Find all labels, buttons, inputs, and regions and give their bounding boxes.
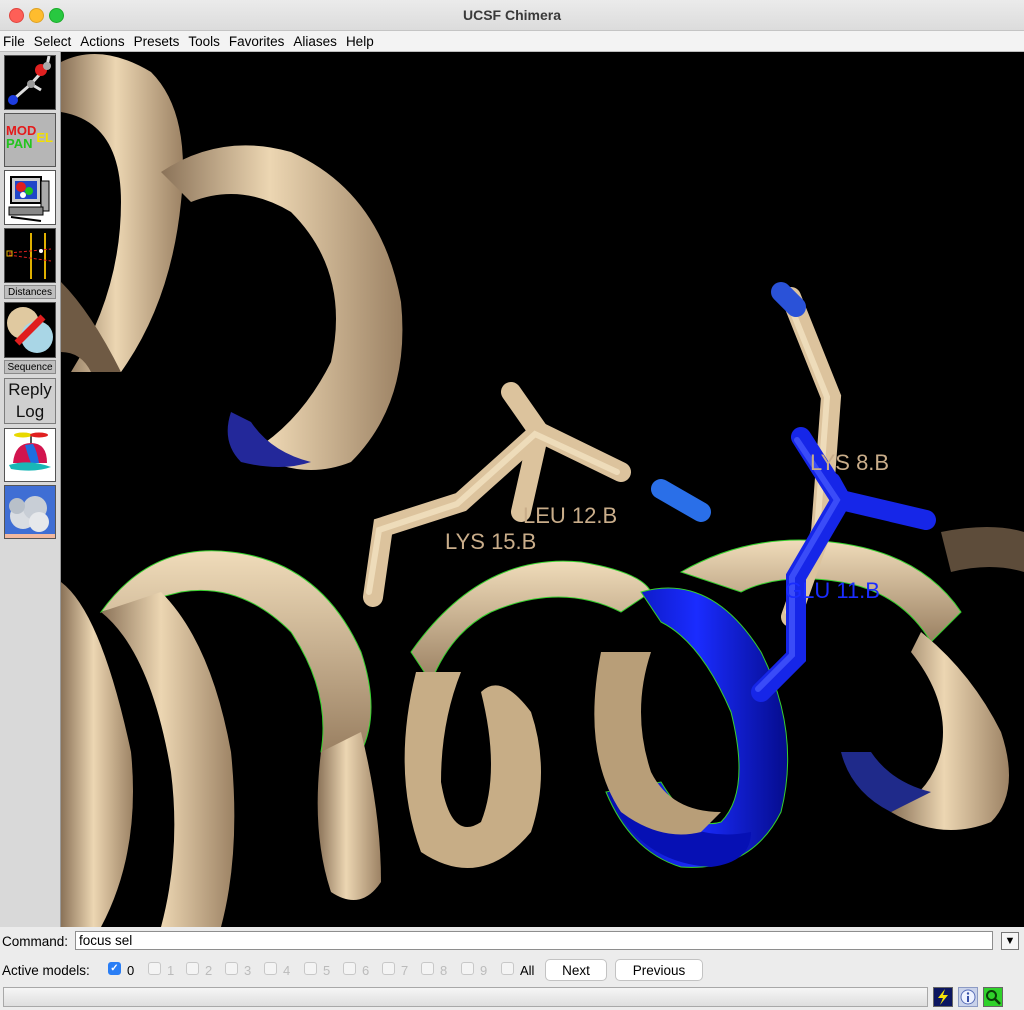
model-2-checkbox[interactable] [186, 962, 199, 975]
chimera-window: UCSF Chimera File Select Actions Presets… [0, 0, 1024, 1010]
model-9-checkbox[interactable] [461, 962, 474, 975]
active-models-label: Active models: [2, 963, 90, 978]
all-models-checkbox[interactable] [501, 962, 514, 975]
residue-label-lys15: LYS 15.B [445, 529, 537, 554]
active-models-row: Active models: ✓ 0 1 2 3 4 5 6 7 8 9 All… [0, 957, 1024, 983]
command-label: Command: [2, 934, 69, 949]
model-3-label: 3 [244, 963, 252, 978]
model-6-checkbox[interactable] [343, 962, 356, 975]
model-8-label: 8 [440, 963, 448, 978]
model-1-label: 1 [167, 963, 175, 978]
model-5-label: 5 [323, 963, 331, 978]
menu-presets[interactable]: Presets [131, 31, 186, 51]
molecule-scene [61, 54, 1024, 927]
previous-button[interactable]: Previous [615, 959, 703, 981]
model-7-label: 7 [401, 963, 409, 978]
menu-tools[interactable]: Tools [185, 31, 226, 51]
sequence-label: Sequence [4, 360, 56, 374]
residue-label-lys8: LYS 8.B [810, 450, 890, 475]
model-0-label: 0 [127, 963, 135, 978]
residue-label-glu11: GLU 11.B [785, 578, 880, 603]
model-5-checkbox[interactable] [304, 962, 317, 975]
model-4-checkbox[interactable] [264, 962, 277, 975]
window-title: UCSF Chimera [462, 7, 562, 23]
molecule-icon[interactable] [4, 55, 56, 110]
menu-select[interactable]: Select [31, 31, 78, 51]
model-panel-text-el: EL [36, 130, 53, 145]
model-6-label: 6 [362, 963, 370, 978]
model-2-label: 2 [205, 963, 213, 978]
tool-column: MODEL PAN Distances Sequence Reply Log [0, 52, 61, 927]
graphics-viewer[interactable]: LYS 8.B LEU 12.B LYS 15.B GLU 11.B [61, 52, 1024, 927]
model-1-checkbox[interactable] [148, 962, 161, 975]
model-panel-icon[interactable]: MODEL PAN [4, 113, 56, 167]
menu-favorites[interactable]: Favorites [226, 31, 291, 51]
model-9-label: 9 [480, 963, 488, 978]
command-row: Command: ▼ [0, 928, 1024, 954]
computer-icon[interactable] [4, 170, 56, 225]
all-models-label: All [520, 963, 535, 978]
info-icon[interactable] [958, 987, 978, 1007]
distances-label: Distances [4, 285, 56, 299]
model-7-checkbox[interactable] [382, 962, 395, 975]
propeller-beanie-icon[interactable] [4, 428, 56, 482]
reply-log-line2: Log [15, 402, 45, 421]
residue-label-leu12: LEU 12.B [523, 503, 618, 528]
sequence-icon[interactable] [4, 302, 56, 358]
model-4-label: 4 [283, 963, 291, 978]
zoom-search-icon[interactable] [983, 987, 1003, 1007]
menu-aliases[interactable]: Aliases [290, 31, 343, 51]
model-3-checkbox[interactable] [225, 962, 238, 975]
model-8-checkbox[interactable] [421, 962, 434, 975]
menu-bar: File Select Actions Presets Tools Favori… [0, 31, 1024, 52]
distances-icon[interactable] [4, 228, 56, 283]
command-input[interactable] [75, 931, 993, 950]
command-history-dropdown[interactable]: ▼ [1001, 932, 1019, 950]
menu-actions[interactable]: Actions [77, 31, 130, 51]
model-0-checkbox[interactable]: ✓ [108, 962, 121, 975]
molecular-surface-icon[interactable] [4, 485, 56, 539]
menu-file[interactable]: File [0, 31, 31, 51]
lightning-icon[interactable] [933, 987, 953, 1007]
title-bar: UCSF Chimera [0, 0, 1024, 31]
reply-log-line1: Reply [8, 380, 52, 399]
status-row [0, 985, 1024, 1010]
status-message [3, 987, 928, 1007]
next-button[interactable]: Next [545, 959, 607, 981]
reply-log-button[interactable]: Reply Log [4, 378, 56, 424]
menu-help[interactable]: Help [343, 31, 380, 51]
model-panel-text-pan: PAN [6, 136, 33, 151]
